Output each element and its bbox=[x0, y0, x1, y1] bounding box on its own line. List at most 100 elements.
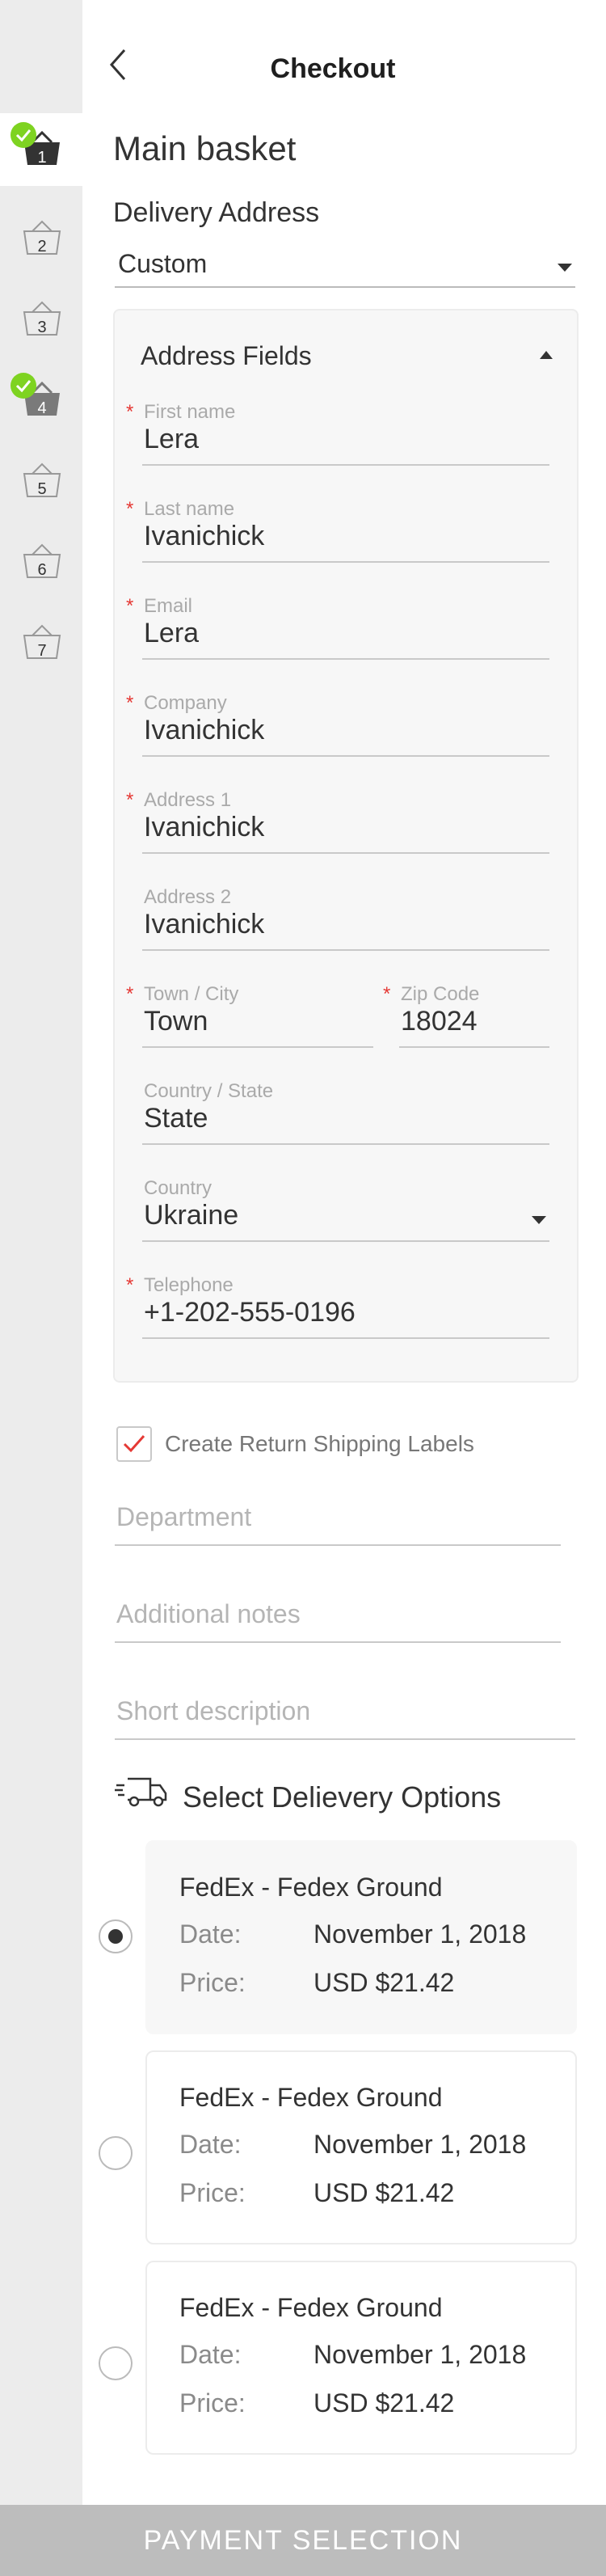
sidebar-basket-2[interactable]: 2 bbox=[21, 218, 63, 260]
payment-selection-button[interactable]: PAYMENT SELECTION bbox=[0, 2505, 606, 2576]
state-label: Country / State bbox=[144, 1080, 274, 1102]
basket-number: 6 bbox=[37, 561, 47, 579]
shipping-option-2[interactable]: FedEx - Fedex Ground Date: November 1, 2… bbox=[82, 2050, 606, 2244]
date-label: Date: bbox=[179, 2130, 242, 2159]
basket-title: Main basket bbox=[113, 129, 297, 167]
checkout-main: Checkout Main basket Delivery Address Cu… bbox=[82, 0, 606, 2576]
date-label: Date: bbox=[179, 1919, 242, 1949]
company-label: Company bbox=[144, 692, 227, 714]
address-type-value: Custom bbox=[118, 249, 208, 278]
address2-field[interactable]: Address 2 Ivanichick bbox=[142, 886, 549, 951]
shipping-option-radio[interactable] bbox=[99, 2136, 133, 2170]
town-label: Town / City bbox=[144, 983, 239, 1005]
basket-sidebar: 1 2 3 4 5 6 7 bbox=[0, 0, 82, 2576]
carrier-name: FedEx - Fedex Ground bbox=[179, 1873, 443, 1902]
caret-down-icon bbox=[532, 1216, 546, 1224]
delivery-options-title: Select Delievery Options bbox=[183, 1780, 502, 1814]
shipping-option-1[interactable]: FedEx - Fedex Ground Date: November 1, 2… bbox=[82, 1840, 606, 2034]
caret-down-icon bbox=[558, 264, 572, 272]
address1-field[interactable]: * Address 1 Ivanichick bbox=[126, 789, 549, 854]
last-name-field[interactable]: * Last name Ivanichick bbox=[126, 498, 549, 563]
last-name-label: Last name bbox=[144, 498, 235, 520]
basket-number: 1 bbox=[37, 149, 47, 167]
address2-label: Address 2 bbox=[144, 886, 232, 908]
checkmark-icon bbox=[123, 1435, 145, 1453]
sidebar-basket-6[interactable]: 6 bbox=[21, 542, 63, 584]
delivery-address-label: Delivery Address bbox=[113, 197, 320, 228]
short-description-input[interactable] bbox=[115, 1688, 575, 1740]
telephone-value: +1-202-555-0196 bbox=[144, 1297, 356, 1328]
zip-code-field[interactable]: * Zip Code 18024 bbox=[383, 983, 549, 1048]
department-input[interactable] bbox=[115, 1494, 561, 1546]
address1-value: Ivanichick bbox=[144, 812, 265, 842]
address-fields-heading[interactable]: Address Fields bbox=[141, 341, 312, 371]
email-value: Lera bbox=[144, 618, 200, 648]
basket-number: 4 bbox=[37, 399, 47, 417]
check-circle-icon bbox=[11, 122, 36, 148]
first-name-field[interactable]: * First name Lera bbox=[126, 401, 549, 466]
required-mark: * bbox=[126, 498, 134, 520]
price-label: Price: bbox=[179, 2178, 246, 2207]
delivery-date: November 1, 2018 bbox=[314, 2340, 527, 2369]
state-field[interactable]: Country / State State bbox=[142, 1080, 549, 1145]
shipping-option-card[interactable]: FedEx - Fedex Ground Date: November 1, 2… bbox=[145, 1840, 577, 2034]
header: Checkout bbox=[82, 0, 606, 129]
delivery-date: November 1, 2018 bbox=[314, 1919, 527, 1949]
first-name-label: First name bbox=[144, 401, 236, 423]
page-title: Checkout bbox=[270, 53, 396, 84]
zip-code-value: 18024 bbox=[401, 1006, 478, 1037]
required-mark: * bbox=[383, 983, 391, 1005]
address1-label: Address 1 bbox=[144, 789, 232, 811]
sidebar-basket-7[interactable]: 7 bbox=[21, 623, 63, 665]
sidebar-basket-3[interactable]: 3 bbox=[21, 299, 63, 341]
shipping-option-card[interactable]: FedEx - Fedex Ground Date: November 1, 2… bbox=[145, 2261, 577, 2455]
first-name-value: Lera bbox=[144, 424, 200, 454]
basket-number: 7 bbox=[37, 642, 47, 660]
email-field[interactable]: * Email Lera bbox=[126, 595, 549, 660]
country-value: Ukraine bbox=[144, 1200, 239, 1231]
telephone-label: Telephone bbox=[144, 1274, 234, 1296]
truck-icon bbox=[115, 1777, 167, 1807]
required-mark: * bbox=[126, 595, 134, 617]
sidebar-top bbox=[0, 0, 82, 113]
date-label: Date: bbox=[179, 2340, 242, 2369]
shipping-option-radio[interactable] bbox=[99, 2346, 133, 2380]
delivery-date: November 1, 2018 bbox=[314, 2130, 527, 2159]
country-label: Country bbox=[144, 1177, 213, 1199]
carrier-name: FedEx - Fedex Ground bbox=[179, 2083, 443, 2112]
basket-number: 5 bbox=[37, 480, 47, 498]
price-label: Price: bbox=[179, 1968, 246, 1997]
check-circle-icon bbox=[11, 373, 36, 399]
address-type-select[interactable]: Custom bbox=[115, 246, 575, 288]
address2-value: Ivanichick bbox=[144, 909, 265, 940]
return-labels-label: Create Return Shipping Labels bbox=[165, 1431, 474, 1456]
return-labels-checkbox-row[interactable]: Create Return Shipping Labels bbox=[113, 1423, 566, 1463]
return-labels-checkbox[interactable] bbox=[116, 1426, 152, 1462]
email-label: Email bbox=[144, 595, 193, 617]
basket-number: 2 bbox=[37, 238, 47, 255]
sidebar-basket-4[interactable]: 4 bbox=[11, 373, 63, 422]
caret-up-icon[interactable] bbox=[540, 351, 553, 359]
required-mark: * bbox=[126, 401, 134, 423]
country-select[interactable]: Country Ukraine bbox=[142, 1177, 549, 1242]
shipping-option-card[interactable]: FedEx - Fedex Ground Date: November 1, 2… bbox=[145, 2050, 577, 2244]
price-label: Price: bbox=[179, 2388, 246, 2418]
required-mark: * bbox=[126, 983, 134, 1005]
town-field[interactable]: * Town / City Town bbox=[126, 983, 373, 1048]
address-fields-panel: Address Fields * First name Lera * Last … bbox=[113, 309, 579, 1383]
telephone-field[interactable]: * Telephone +1-202-555-0196 bbox=[126, 1274, 549, 1339]
last-name-value: Ivanichick bbox=[144, 521, 265, 551]
town-value: Town bbox=[144, 1006, 208, 1037]
shipping-option-3[interactable]: FedEx - Fedex Ground Date: November 1, 2… bbox=[82, 2261, 606, 2455]
delivery-price: USD $21.42 bbox=[314, 1968, 455, 1997]
basket-number: 3 bbox=[37, 319, 47, 336]
sidebar-basket-1[interactable]: 1 bbox=[11, 122, 63, 171]
required-mark: * bbox=[126, 692, 134, 714]
sidebar-basket-5[interactable]: 5 bbox=[21, 461, 63, 503]
required-mark: * bbox=[126, 1274, 134, 1296]
shipping-option-radio[interactable] bbox=[99, 1919, 133, 1953]
additional-notes-input[interactable] bbox=[115, 1591, 561, 1643]
delivery-price: USD $21.42 bbox=[314, 2388, 455, 2418]
delivery-price: USD $21.42 bbox=[314, 2178, 455, 2207]
company-field[interactable]: * Company Ivanichick bbox=[126, 692, 549, 757]
